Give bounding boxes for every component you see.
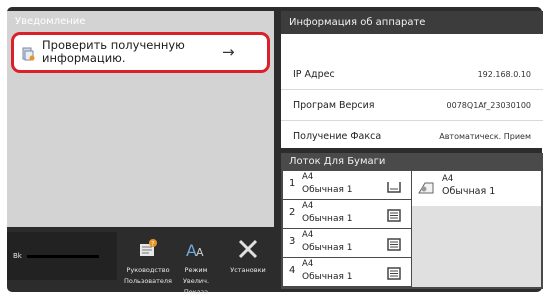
tray-full-icon [387,207,401,226]
notification-item-text: Проверить полученную информацию. [42,38,185,65]
tray-paper-type: Обычная 1 [302,243,353,253]
firmware-version-row: Програм Версия 0078Q1Af_23030100 [281,90,543,121]
bypass-tray[interactable]: A4 Обычная 1 [412,171,541,206]
settings-button[interactable]: Установки [218,232,278,290]
toner-label: Bk [13,252,22,260]
tray-2[interactable]: 2 A4 Обычная 1 [283,200,411,228]
tray-1[interactable]: 1 A4 Обычная 1 [283,171,411,199]
arrow-right-icon: → [222,43,235,61]
magnify-display-label: Режим Увелич. Показа [182,266,210,296]
tray-open-icon [387,178,401,197]
tray-paper-size: A4 [302,172,314,182]
tray-paper-type: Обычная 1 [302,214,353,224]
settings-label: Установки [230,266,266,274]
device-info-panel: Информация об аппарате IP Адрес 192.168.… [281,11,543,148]
notification-title: Уведомление [15,16,86,27]
ip-address-row: IP Адрес 192.168.0.10 [281,59,543,90]
firmware-version-label: Програм Версия [293,100,375,111]
tray-paper-type: Обычная 1 [302,185,353,195]
check-received-info-button[interactable]: Проверить полученную информацию. → [11,32,270,73]
fax-receive-label: Получение Факса [293,131,382,142]
notification-panel: Уведомление Проверить полученную информа… [7,11,274,227]
user-guide-button[interactable]: ? Руководство Пользователя [119,232,177,290]
settings-tools-icon [237,238,259,264]
tray-full-icon [387,265,401,284]
svg-text:A: A [196,246,204,259]
magnify-display-icon: A A [185,238,207,264]
toner-indicator: Bk [7,232,117,280]
ip-address-label: IP Адрес [293,69,335,80]
bypass-tray-icon [417,180,435,199]
device-info-title: Информация об аппарате [281,11,543,34]
user-guide-icon: ? [137,238,159,264]
tray-paper-size: A4 [302,259,314,269]
paper-tray-panel: Лоток Для Бумаги 1 A4 Обычная 1 2 A4 Обы… [281,153,543,289]
tray-number: 1 [289,178,296,189]
tray-paper-size: A4 [302,230,314,240]
bypass-paper-type: Обычная 1 [442,186,496,197]
document-info-icon [22,46,35,61]
tray-3[interactable]: 3 A4 Обычная 1 [283,229,411,257]
toner-level-bar [27,255,99,258]
tray-paper-type: Обычная 1 [302,272,353,282]
tray-number: 3 [289,236,296,247]
user-guide-label: Руководство Пользователя [124,266,172,285]
svg-text:?: ? [151,241,154,248]
fax-receive-row: Получение Факса Автоматическ. Прием [281,121,543,152]
tray-4[interactable]: 4 A4 Обычная 1 [283,258,411,286]
fax-receive-value: Автоматическ. Прием [439,132,531,141]
bypass-paper-size: A4 [442,174,454,184]
paper-tray-title: Лоток Для Бумаги [289,156,386,167]
tray-panel-background [412,206,541,287]
tray-full-icon [387,236,401,255]
ip-address-value: 192.168.0.10 [477,70,531,79]
firmware-version-value: 0078Q1Af_23030100 [446,101,531,110]
tray-number: 2 [289,207,296,218]
tray-number: 4 [289,265,296,276]
magnify-display-button[interactable]: A A Режим Увелич. Показа [174,232,218,296]
tray-paper-size: A4 [302,201,314,211]
